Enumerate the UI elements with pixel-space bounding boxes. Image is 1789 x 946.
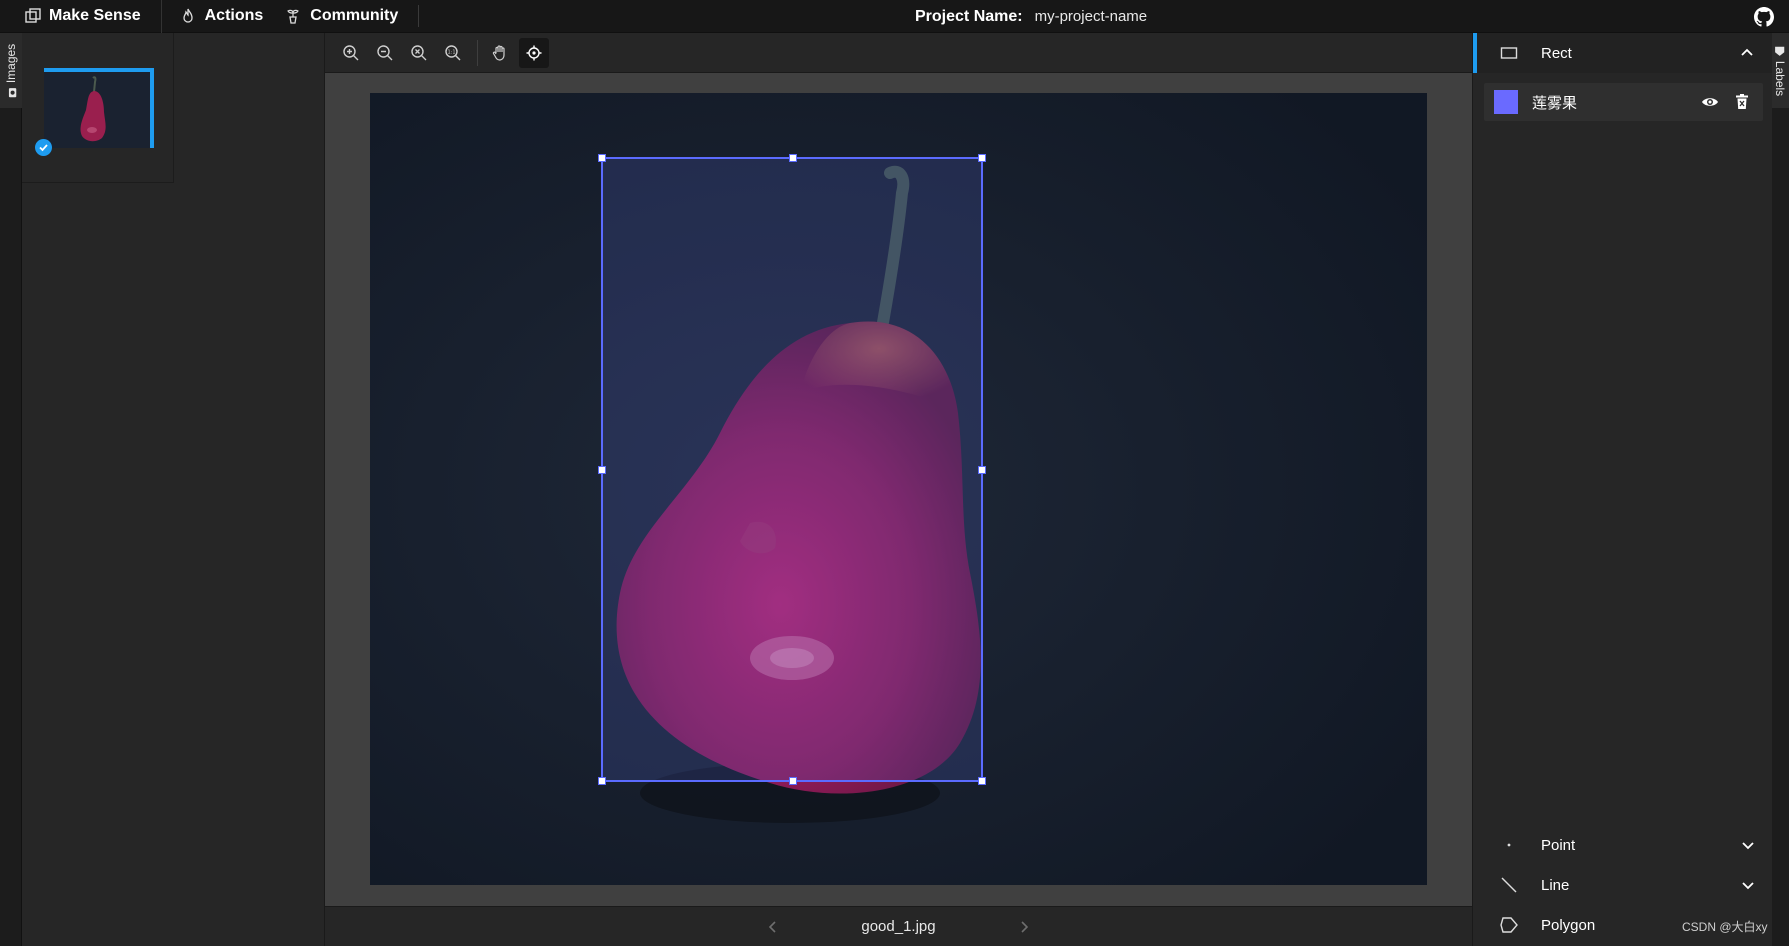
chevron-left-icon — [769, 920, 776, 933]
watermark-text: CSDN @大白xy — [1682, 920, 1768, 934]
pan-button[interactable] — [485, 38, 515, 68]
next-image-button[interactable] — [1014, 917, 1034, 937]
resize-handle-right[interactable] — [978, 466, 986, 474]
right-side-tab-strip: Labels — [1772, 33, 1789, 946]
resize-handle-bottom[interactable] — [789, 777, 797, 785]
project-name-section: Project Name: my-project-name — [915, 0, 1147, 33]
rect-tool-header[interactable]: Rect — [1473, 33, 1772, 73]
thumbnail-pear-image — [44, 72, 150, 148]
resize-handle-bottom-left[interactable] — [598, 777, 606, 785]
zoom-out-icon — [377, 44, 393, 60]
labels-tab[interactable]: Labels — [1772, 33, 1789, 108]
toolbar-divider — [477, 39, 478, 66]
resize-handle-left[interactable] — [598, 466, 606, 474]
label-color-swatch[interactable] — [1494, 90, 1518, 114]
label-name[interactable]: 莲雾果 — [1532, 92, 1699, 113]
zoom-out-button[interactable] — [370, 38, 400, 68]
delete-label-button[interactable] — [1731, 91, 1753, 113]
annotated-check-icon — [35, 139, 52, 156]
line-tool-label: Line — [1541, 876, 1570, 894]
bounding-box[interactable] — [598, 154, 986, 785]
labels-tab-label: Labels — [1773, 60, 1788, 96]
github-icon[interactable] — [1754, 7, 1774, 27]
resize-handle-bottom-right[interactable] — [978, 777, 986, 785]
menu-community[interactable]: Community — [281, 0, 416, 33]
make-sense-logo-icon — [25, 8, 41, 23]
flame-icon — [182, 8, 193, 23]
images-tab-label: Images — [4, 43, 19, 83]
image-thumbnail-cell[interactable] — [22, 33, 174, 183]
chevron-down-icon[interactable] — [1739, 836, 1757, 854]
chevron-up-icon[interactable] — [1738, 44, 1756, 62]
crosshair-icon — [526, 45, 542, 60]
rectangle-icon — [1500, 47, 1518, 59]
line-tool-header[interactable]: Line — [1473, 865, 1773, 905]
resize-handle-top-left[interactable] — [598, 154, 606, 162]
zoom-max-icon: 1:1 — [445, 44, 461, 60]
image-canvas[interactable] — [370, 93, 1427, 885]
labels-panel: Rect 莲雾果 Point Line Polygon — [1472, 33, 1772, 946]
top-navigation-bar: Make Sense Actions Community Project Nam… — [0, 0, 1789, 33]
menu-actions[interactable]: Actions — [162, 0, 282, 33]
toggle-visibility-button[interactable] — [1699, 91, 1721, 113]
brand[interactable]: Make Sense — [0, 0, 162, 33]
zoom-in-icon — [343, 44, 359, 60]
camera-icon — [8, 87, 16, 97]
resize-handle-top[interactable] — [789, 154, 797, 162]
project-name-field[interactable]: my-project-name — [1035, 8, 1148, 25]
editor-toolbar: 1:1 — [325, 33, 1472, 73]
brand-name: Make Sense — [49, 7, 141, 24]
eye-icon — [1702, 98, 1718, 106]
tag-icon — [1775, 46, 1786, 56]
line-icon — [1501, 877, 1517, 893]
images-panel — [22, 33, 325, 946]
rect-tool-label: Rect — [1541, 44, 1572, 62]
previous-image-button[interactable] — [763, 917, 783, 937]
polygon-icon — [1500, 917, 1518, 933]
menu-divider — [418, 5, 420, 27]
point-tool-header[interactable]: Point — [1473, 825, 1773, 865]
zoom-fit-button[interactable] — [404, 38, 434, 68]
zoom-fit-icon — [411, 44, 427, 60]
project-name-label: Project Name: — [915, 7, 1023, 25]
image-thumbnail[interactable] — [44, 68, 154, 148]
crosshair-button[interactable] — [519, 37, 549, 68]
point-tool-label: Point — [1541, 836, 1576, 854]
image-navigation-bar: good_1.jpg — [325, 906, 1472, 946]
editor-workspace — [325, 73, 1472, 906]
images-tab[interactable]: Images — [0, 33, 22, 108]
left-side-tab-strip: Images — [0, 33, 22, 946]
chevron-right-icon — [1021, 920, 1028, 933]
svg-text:1:1: 1:1 — [447, 49, 455, 55]
zoom-max-button[interactable]: 1:1 — [438, 38, 468, 68]
pan-hand-icon — [492, 44, 505, 61]
resize-handle-top-right[interactable] — [978, 154, 986, 162]
polygon-tool-label: Polygon — [1541, 916, 1596, 934]
current-file-name: good_1.jpg — [861, 918, 936, 935]
point-icon — [1507, 843, 1511, 847]
label-item[interactable]: 莲雾果 — [1484, 83, 1763, 121]
zoom-in-button[interactable] — [336, 38, 366, 68]
trash-icon — [1736, 94, 1748, 109]
plant-icon — [287, 9, 300, 24]
menu-community-label: Community — [310, 7, 399, 24]
menu-actions-label: Actions — [204, 7, 264, 24]
chevron-down-icon[interactable] — [1739, 876, 1757, 894]
